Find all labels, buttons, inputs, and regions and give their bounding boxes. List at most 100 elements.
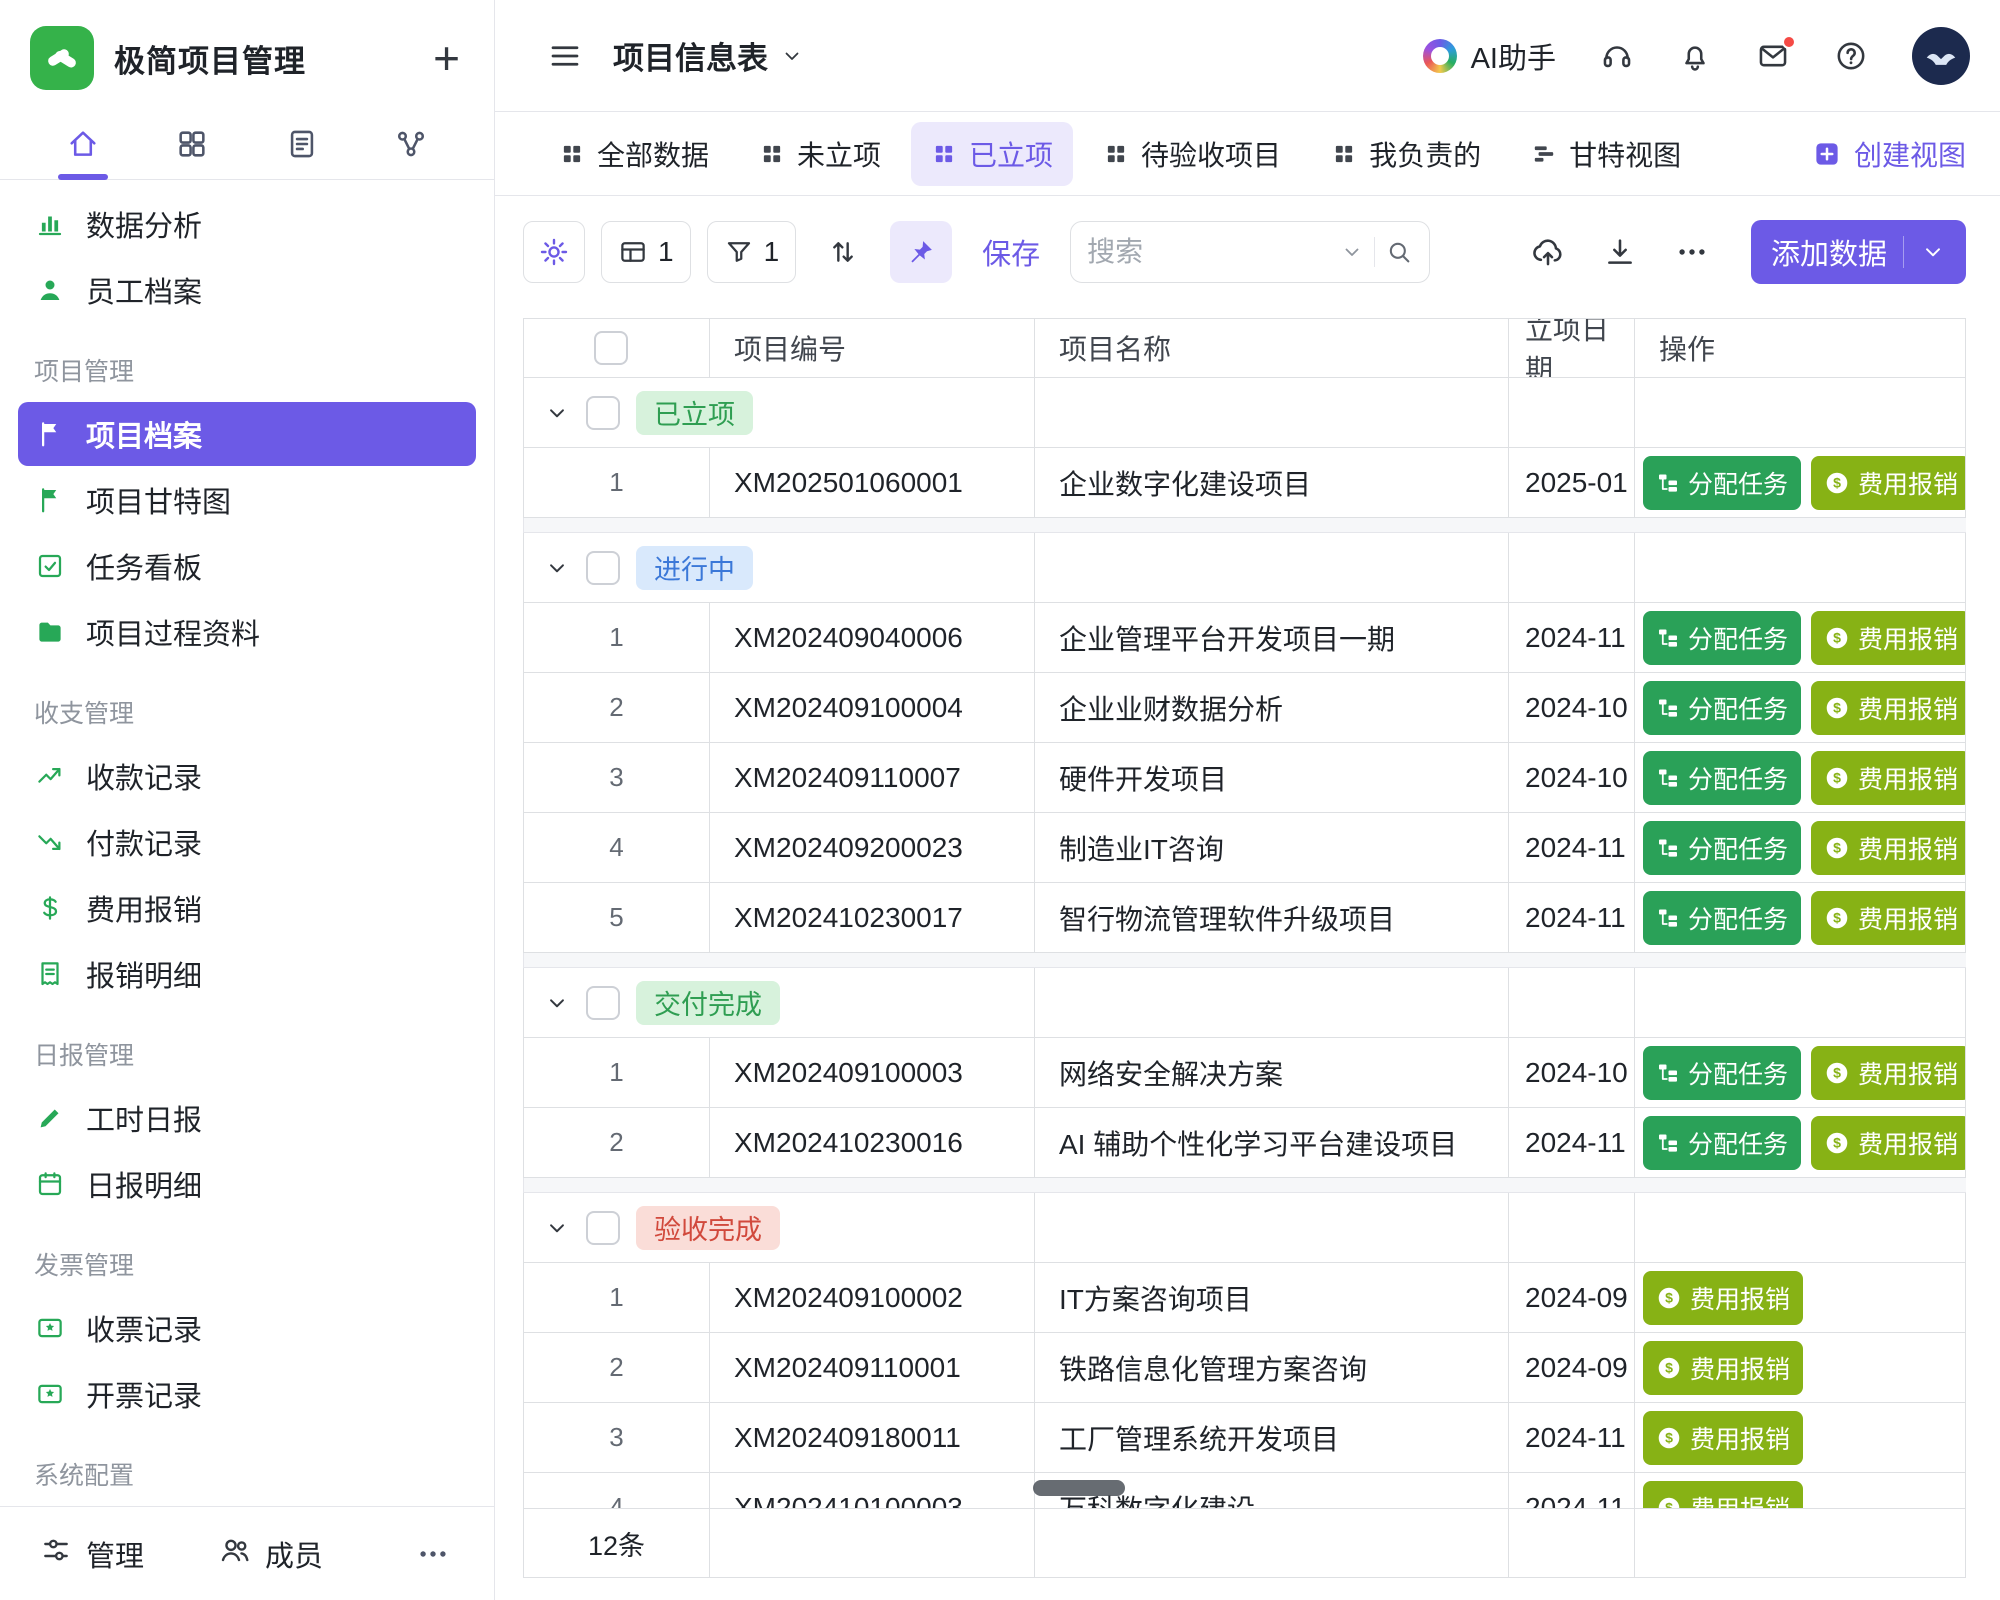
table-row[interactable]: 2XM202409110001铁路信息化管理方案咨询2024-09$费用报销 [523,1333,1966,1403]
manage-button[interactable]: 管理 [40,1533,144,1575]
assign-task-button[interactable]: 分配任务 [1643,681,1801,735]
create-view-button[interactable]: 创建视图 [1812,134,1966,174]
assign-task-button[interactable]: 分配任务 [1643,1046,1801,1100]
group-checkbox[interactable] [586,396,620,430]
sidebar-item[interactable]: 费用报销 [18,876,476,940]
add-data-button[interactable]: 添加数据 [1751,220,1966,284]
table-row[interactable]: 4XM202410100003万科数字化建设2024-11$费用报销 [523,1473,1966,1508]
assign-task-button[interactable]: 分配任务 [1643,821,1801,875]
column-header[interactable]: 项目编号 [710,319,1035,377]
assign-task-button[interactable]: 分配任务 [1643,611,1801,665]
page-title[interactable]: 项目信息表 [613,33,804,78]
chevron-down-icon[interactable] [1340,240,1364,264]
sidebar-item[interactable]: 项目过程资料 [18,600,476,664]
sidebar-item[interactable]: 项目档案 [18,402,476,466]
sidebar-tab-org[interactable] [380,108,442,179]
column-header[interactable]: 操作 [1635,319,1966,377]
expense-button[interactable]: $费用报销 [1811,1116,1966,1170]
expense-button[interactable]: $费用报销 [1811,681,1966,735]
view-tab[interactable]: 待验收项目 [1083,122,1301,186]
table-row[interactable]: 1XM202409100003网络安全解决方案2024-10分配任务$费用报销 [523,1038,1966,1108]
sidebar-item[interactable]: 任务看板 [18,534,476,598]
sidebar-item[interactable]: 收款记录 [18,744,476,808]
more-icon[interactable] [1675,235,1709,269]
table-row[interactable]: 2XM202410230016AI 辅助个性化学习平台建设项目2024-11分配… [523,1108,1966,1178]
sidebar-item[interactable]: 开票记录 [18,1362,476,1426]
collapse-group-icon[interactable] [544,1215,570,1241]
sidebar-tab-home[interactable] [52,108,114,179]
sidebar-item[interactable]: 付款记录 [18,810,476,874]
expense-button[interactable]: $费用报销 [1811,611,1966,665]
expense-button[interactable]: $费用报销 [1811,456,1966,510]
table-row[interactable]: 4XM202409200023制造业IT咨询2024-11分配任务$费用报销 [523,813,1966,883]
column-header[interactable]: 立项日期 [1509,319,1635,377]
upload-icon[interactable] [1531,235,1565,269]
table-row[interactable]: 3XM202409180011工厂管理系统开发项目2024-11$费用报销 [523,1403,1966,1473]
table-row[interactable]: 5XM202410230017智行物流管理软件升级项目2024-11分配任务$费… [523,883,1966,953]
coin-icon: $ [1824,905,1850,931]
sidebar-item[interactable]: 项目甘特图 [18,468,476,532]
table-row[interactable]: 3XM202409110007硬件开发项目2024-10分配任务$费用报销 [523,743,1966,813]
table-row[interactable]: 1XM202409100002IT方案咨询项目2024-09$费用报销 [523,1263,1966,1333]
ai-assistant-button[interactable]: AI助手 [1423,35,1556,77]
sidebar-more-button[interactable] [416,1537,450,1571]
view-tab[interactable]: 我负责的 [1311,122,1501,186]
sidebar-item[interactable]: 工时日报 [18,1086,476,1150]
user-avatar[interactable] [1912,27,1970,85]
settings-button[interactable] [523,221,585,283]
pin-button[interactable] [890,221,952,283]
assign-task-button[interactable]: 分配任务 [1643,456,1801,510]
view-tab[interactable]: 全部数据 [539,122,729,186]
download-icon[interactable] [1603,235,1637,269]
group-checkbox[interactable] [586,1211,620,1245]
expense-button[interactable]: $费用报销 [1643,1411,1803,1465]
menu-icon[interactable] [547,38,583,74]
assign-task-button[interactable]: 分配任务 [1643,891,1801,945]
headset-icon[interactable] [1600,39,1634,73]
sidebar-tab-doc[interactable] [271,108,333,179]
view-tab[interactable]: 已立项 [911,122,1073,186]
help-icon[interactable] [1834,39,1868,73]
group-checkbox[interactable] [586,551,620,585]
expense-button[interactable]: $费用报销 [1811,1046,1966,1100]
save-button[interactable]: 保存 [982,231,1040,273]
collapse-group-icon[interactable] [544,400,570,426]
column-header[interactable]: 项目名称 [1035,319,1509,377]
search-icon[interactable] [1385,238,1413,266]
bell-icon[interactable] [1678,39,1712,73]
expense-button[interactable]: $费用报销 [1811,891,1966,945]
expense-button[interactable]: $费用报销 [1811,821,1966,875]
view-tab[interactable]: 未立项 [739,122,901,186]
search-input[interactable] [1087,236,1330,268]
expense-button[interactable]: $费用报销 [1643,1341,1803,1395]
table-row[interactable]: 1XM202409040006企业管理平台开发项目一期2024-11分配任务$费… [523,603,1966,673]
members-button[interactable]: 成员 [219,1533,323,1575]
collapse-group-icon[interactable] [544,555,570,581]
select-all-checkbox[interactable] [594,331,628,365]
expense-button[interactable]: $费用报销 [1643,1481,1803,1509]
sidebar-item[interactable]: 员工档案 [18,258,476,322]
filter-button[interactable]: 1 [707,221,797,283]
table-row[interactable]: 2XM202409100004企业业财数据分析2024-10分配任务$费用报销 [523,673,1966,743]
search-box[interactable] [1070,221,1430,283]
expense-button[interactable]: $费用报销 [1643,1271,1803,1325]
expense-button[interactable]: $费用报销 [1811,751,1966,805]
view-tab[interactable]: 甘特视图 [1511,122,1701,186]
field-config-button[interactable]: 1 [601,221,691,283]
sidebar-item[interactable]: 数据分析 [18,192,476,256]
sidebar-item[interactable]: 报销明细 [18,942,476,1006]
assign-task-button[interactable]: 分配任务 [1643,1116,1801,1170]
sidebar-item[interactable]: 收票记录 [18,1296,476,1360]
sidebar-item[interactable]: 日报明细 [18,1152,476,1216]
group-checkbox[interactable] [586,986,620,1020]
assign-task-button[interactable]: 分配任务 [1643,751,1801,805]
table-row[interactable]: 1XM202501060001企业数字化建设项目2025-01分配任务$费用报销 [523,448,1966,518]
sidebar-tab-grid[interactable] [161,108,223,179]
task-tree-icon [1656,1061,1680,1085]
horizontal-scrollbar[interactable] [1033,1480,1125,1496]
task-tree-icon [1656,836,1680,860]
collapse-group-icon[interactable] [544,990,570,1016]
add-app-button[interactable]: + [433,35,460,81]
mail-icon[interactable] [1756,39,1790,73]
sort-button[interactable] [812,221,874,283]
